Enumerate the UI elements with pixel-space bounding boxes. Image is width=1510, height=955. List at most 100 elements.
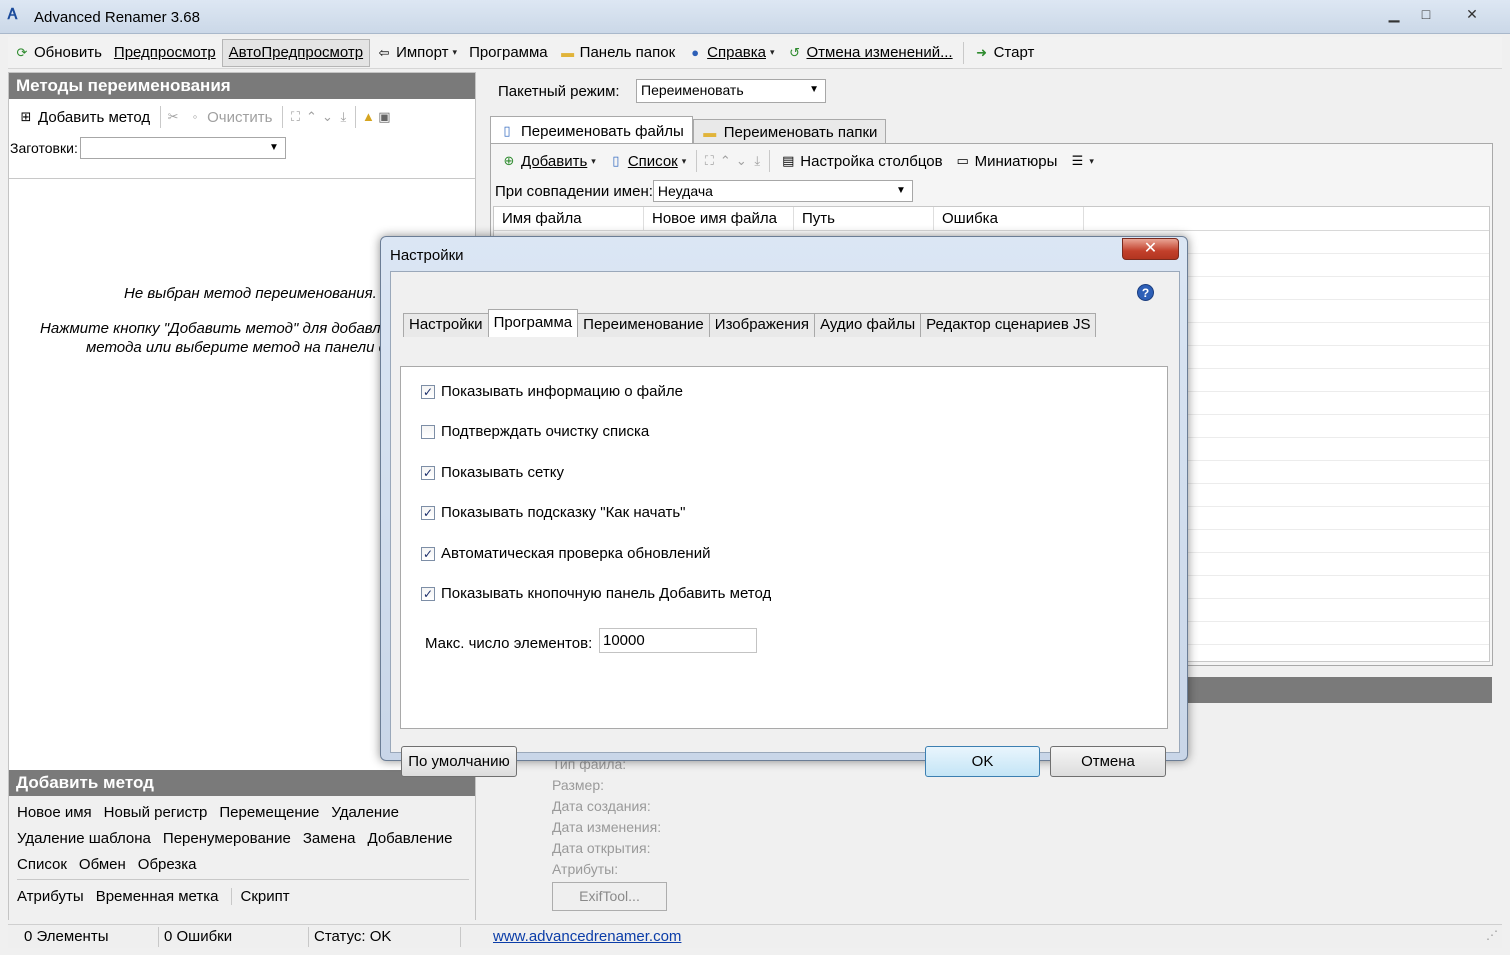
folder-panel-button[interactable]: ▬ Панель папок — [554, 39, 681, 67]
tab-rename-files-label: Переименовать файлы — [521, 122, 684, 140]
help-icon[interactable]: ? — [1137, 284, 1154, 301]
method-swap[interactable]: Обмен — [79, 856, 126, 873]
cut-icon[interactable]: ✂ — [165, 109, 181, 125]
option-show-getting-started[interactable]: ✓ Показывать подсказку "Как начать" — [421, 504, 686, 521]
option-confirm-clear[interactable]: Подтверждать очистку списка — [421, 423, 649, 440]
collision-combo[interactable]: Неудача ▼ — [652, 180, 913, 202]
expand-icon[interactable]: ⛶ — [701, 153, 717, 169]
checkbox[interactable] — [421, 424, 435, 439]
collision-value: Неудача — [657, 183, 713, 199]
method-renumber[interactable]: Перенумерование — [163, 830, 291, 847]
method-move[interactable]: Перемещение — [219, 804, 319, 821]
collapse-icon[interactable]: ⤓ — [749, 153, 765, 169]
tab-renaming[interactable]: Переименование — [577, 313, 710, 337]
view-mode-menu[interactable]: ☰ ▾ — [1063, 147, 1100, 175]
window-title: Advanced Renamer 3.68 — [34, 9, 200, 26]
column-filename[interactable]: Имя файла — [494, 207, 644, 230]
add-circle-icon: ⊕ — [503, 153, 515, 168]
exiftool-button[interactable]: ExifTool... — [552, 882, 667, 911]
method-remove-pattern[interactable]: Удаление шаблона — [17, 830, 151, 847]
checkbox[interactable]: ✓ — [421, 505, 435, 520]
column-error[interactable]: Ошибка — [934, 207, 1084, 230]
main-toolbar: ⟳ Обновить Предпросмотр АвтоПредпросмотр… — [8, 37, 1502, 69]
columns-setup-button[interactable]: ▤ Настройка столбцов — [774, 147, 948, 175]
method-attributes[interactable]: Атрибуты — [17, 888, 84, 905]
dropdown-arrow-icon: ▾ — [1089, 155, 1094, 166]
start-button[interactable]: ➜ Старт — [968, 39, 1041, 67]
tab-audio[interactable]: Аудио файлы — [814, 313, 922, 337]
cancel-button[interactable]: Отмена — [1050, 746, 1166, 777]
batch-mode-combo[interactable]: Переименовать ▼ — [636, 79, 826, 103]
columns-setup-label: Настройка столбцов — [800, 152, 943, 170]
clear-button[interactable]: ◦ Очистить — [181, 103, 278, 131]
add-method-hint-line2: метода или выберите метод на панели сн — [86, 339, 395, 356]
maximize-button[interactable]: □ — [1406, 4, 1446, 26]
move-down-icon[interactable]: ⌄ — [319, 109, 335, 125]
column-new-filename[interactable]: Новое имя файла — [644, 207, 794, 230]
app-icon: Ꭺ — [8, 6, 19, 23]
thumbnails-button[interactable]: ▭ Миниатюры — [949, 147, 1064, 175]
refresh-button[interactable]: ⟳ Обновить — [8, 39, 108, 67]
file-icon: ▯ — [503, 123, 511, 138]
option-show-file-info[interactable]: ✓ Показывать информацию о файле — [421, 383, 683, 400]
method-timestamp[interactable]: Временная метка — [96, 888, 219, 905]
defaults-button[interactable]: По умолчанию — [401, 746, 517, 777]
open-preset-icon[interactable]: ▲ — [360, 109, 376, 125]
help-menu[interactable]: ● Справка ▾ — [681, 39, 780, 67]
add-files-menu[interactable]: ⊕ Добавить ▾ — [495, 147, 602, 175]
tab-js-editor[interactable]: Редактор сценариев JS — [920, 313, 1097, 337]
move-up-icon[interactable]: ⌃ — [303, 109, 319, 125]
option-label: Показывать информацию о файле — [441, 383, 683, 400]
tab-rename-files[interactable]: ▯ Переименовать файлы — [490, 116, 693, 145]
method-replace[interactable]: Замена — [303, 830, 356, 847]
option-auto-update[interactable]: ✓ Автоматическая проверка обновлений — [421, 545, 710, 562]
method-trim[interactable]: Обрезка — [138, 856, 197, 873]
tab-images[interactable]: Изображения — [708, 313, 816, 337]
checkbox[interactable]: ✓ — [421, 465, 435, 480]
dialog-close-button[interactable]: ✕ — [1122, 238, 1179, 260]
undo-button[interactable]: ↺ Отмена изменений... — [781, 39, 959, 67]
mode-tabs: ▯ Переименовать файлы ▬ Переименовать па… — [490, 115, 887, 145]
status-bar: 0 Элементы 0 Ошибки Статус: OK www.advan… — [8, 924, 1502, 948]
move-down-icon[interactable]: ⌄ — [733, 153, 749, 169]
settings-dialog: Настройки ✕ ? Настройки Программа Переим… — [380, 236, 1188, 777]
checkbox[interactable]: ✓ — [421, 546, 435, 561]
method-new-case[interactable]: Новый регистр — [104, 804, 208, 821]
add-method-button[interactable]: ⊞ Добавить метод — [12, 103, 156, 131]
status-divider — [460, 927, 461, 947]
tab-program[interactable]: Программа — [487, 309, 579, 337]
method-add[interactable]: Добавление — [368, 830, 453, 847]
option-show-grid[interactable]: ✓ Показывать сетку — [421, 464, 564, 481]
collapse-icon[interactable]: ⤓ — [335, 109, 351, 125]
method-list[interactable]: Список — [17, 856, 67, 873]
tab-settings[interactable]: Настройки — [403, 313, 489, 337]
move-up-icon[interactable]: ⌃ — [717, 153, 733, 169]
folder-icon: ▬ — [703, 124, 717, 140]
batch-mode-label: Пакетный режим: — [498, 83, 620, 100]
close-button[interactable]: ✕ — [1452, 4, 1492, 26]
method-remove[interactable]: Удаление — [331, 804, 399, 821]
autopreview-toggle[interactable]: АвтоПредпросмотр — [221, 38, 371, 67]
expand-icon[interactable]: ⛶ — [287, 109, 303, 125]
method-divider — [17, 879, 469, 880]
program-menu[interactable]: Программа — [463, 39, 554, 67]
option-show-method-buttons[interactable]: ✓ Показывать кнопочную панель Добавить м… — [421, 585, 771, 602]
method-new-name[interactable]: Новое имя — [17, 804, 92, 821]
column-path[interactable]: Путь — [794, 207, 934, 230]
tab-rename-folders-label: Переименовать папки — [723, 124, 878, 141]
checkbox[interactable]: ✓ — [421, 586, 435, 601]
toolbar-divider — [696, 150, 698, 172]
save-icon[interactable]: ▣ — [376, 109, 392, 125]
list-menu[interactable]: ▯ Список ▾ — [602, 147, 692, 175]
method-script[interactable]: Скрипт — [230, 888, 290, 905]
import-menu[interactable]: ⇦ Импорт ▾ — [370, 39, 463, 67]
ok-button[interactable]: OK — [925, 746, 1040, 777]
checkbox[interactable]: ✓ — [421, 384, 435, 399]
preview-button[interactable]: Предпросмотр — [108, 39, 222, 67]
presets-combo[interactable]: ▼ — [79, 137, 286, 159]
website-link[interactable]: www.advancedrenamer.com — [493, 928, 681, 945]
resize-grip-icon[interactable]: ⋰ — [1486, 928, 1498, 942]
presets-row: Заготовки: ▼ — [9, 135, 475, 161]
max-items-input[interactable] — [599, 628, 757, 653]
tab-rename-folders[interactable]: ▬ Переименовать папки — [692, 119, 887, 145]
